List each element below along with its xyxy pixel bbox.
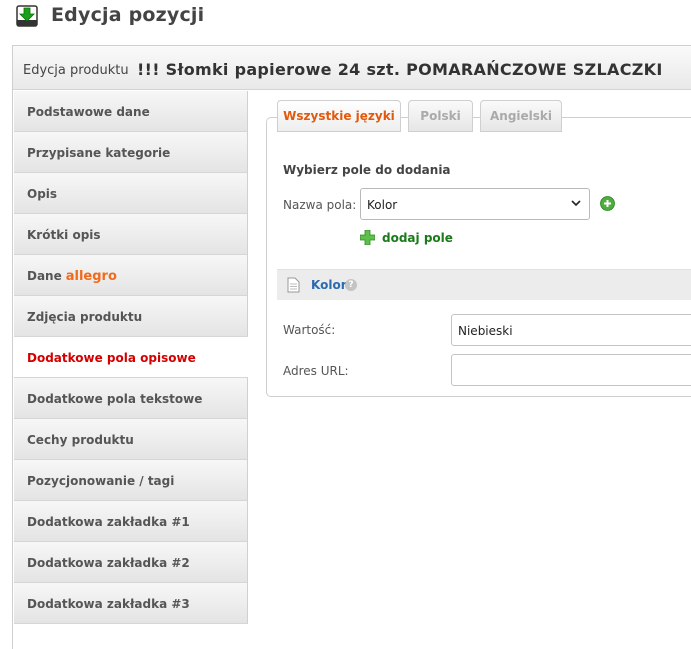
attribute-name: Kolor [311, 278, 347, 292]
sidebar-item-label: Podstawowe dane [27, 105, 150, 119]
sidebar-item-krotki-opis[interactable]: Krótki opis [14, 214, 248, 255]
allegro-logo: allegro [65, 269, 117, 284]
sidebar-item-label: Dodatkowa zakładka #2 [27, 556, 190, 570]
sidebar-item-label: Zdjęcia produktu [27, 310, 143, 324]
sidebar-item-zdjecia-produktu[interactable]: Zdjęcia produktu [14, 296, 248, 337]
field-name-label: Nazwa pola: [283, 198, 357, 212]
page-header: Edycja pozycji [0, 0, 691, 42]
tab-wszystkie-jezyki[interactable]: Wszystkie języki [277, 100, 401, 132]
sidebar-item-label: Cechy produktu [27, 433, 134, 447]
select-value: Kolor [367, 198, 398, 212]
add-field-section-title: Wybierz pole do dodania [283, 163, 451, 177]
sidebar-item-dodatkowe-pola-tekstowe[interactable]: Dodatkowe pola tekstowe [14, 378, 248, 419]
product-name: !!! Słomki papierowe 24 szt. POMARAŃCZOW… [137, 60, 663, 79]
sidebar-item-label: Dodatkowa zakładka #1 [27, 515, 190, 529]
product-bar: Edycja produktu !!! Słomki papierowe 24 … [13, 46, 691, 90]
attribute-header: Kolor ? [277, 269, 691, 300]
document-icon [287, 277, 300, 293]
sidebar-item-podstawowe-dane[interactable]: Podstawowe dane [14, 91, 248, 132]
sidebar-item-dodatkowa-zakladka-1[interactable]: Dodatkowa zakładka #1 [14, 501, 248, 542]
sidebar-item-dodatkowa-zakladka-3[interactable]: Dodatkowa zakładka #3 [14, 583, 248, 624]
sidebar-item-label: Opis [27, 187, 58, 201]
product-prefix: Edycja produktu [23, 63, 129, 78]
sidebar-item-label: Krótki opis [27, 228, 101, 242]
sidebar-item-label: Dodatkowa zakładka #3 [27, 597, 190, 611]
sidebar-item-cechy-produktu[interactable]: Cechy produktu [14, 419, 248, 460]
value-input[interactable]: Niebieski [451, 314, 691, 346]
url-input[interactable] [451, 354, 691, 386]
chevron-down-icon [571, 200, 581, 207]
value-input-text: Niebieski [458, 324, 513, 338]
sidebar-item-dodatkowa-zakladka-2[interactable]: Dodatkowa zakładka #2 [14, 542, 248, 583]
url-label: Adres URL: [283, 364, 349, 378]
sidebar-item-label: Przypisane kategorie [27, 146, 171, 160]
add-field-label: dodaj pole [382, 231, 453, 245]
tab-angielski[interactable]: Angielski [480, 100, 562, 132]
value-label: Wartość: [283, 323, 336, 337]
plus-icon [360, 230, 375, 245]
sidebar-item-opis[interactable]: Opis [14, 173, 248, 214]
add-circle-icon[interactable] [600, 196, 615, 211]
sidebar-item-label: Dane [27, 269, 62, 283]
sidebar-item-pozycjonowanie-tagi[interactable]: Pozycjonowanie / tagi [14, 460, 248, 501]
help-icon[interactable]: ? [345, 279, 357, 291]
download-page-icon [16, 5, 38, 27]
sidebar-item-label: Pozycjonowanie / tagi [27, 474, 175, 488]
sidebar: Podstawowe dane Przypisane kategorie Opi… [14, 91, 248, 649]
sidebar-item-label: Dodatkowe pola opisowe [27, 351, 196, 365]
sidebar-item-label: Dodatkowe pola tekstowe [27, 392, 203, 406]
field-name-select[interactable]: Kolor [360, 188, 590, 220]
sidebar-item-przypisane-kategorie[interactable]: Przypisane kategorie [14, 132, 248, 173]
sidebar-item-dodatkowe-pola-opisowe[interactable]: Dodatkowe pola opisowe [14, 337, 248, 378]
tab-polski[interactable]: Polski [408, 100, 473, 132]
page-title: Edycja pozycji [51, 4, 205, 26]
sidebar-item-dane-allegro[interactable]: Dane allegro [14, 255, 248, 296]
